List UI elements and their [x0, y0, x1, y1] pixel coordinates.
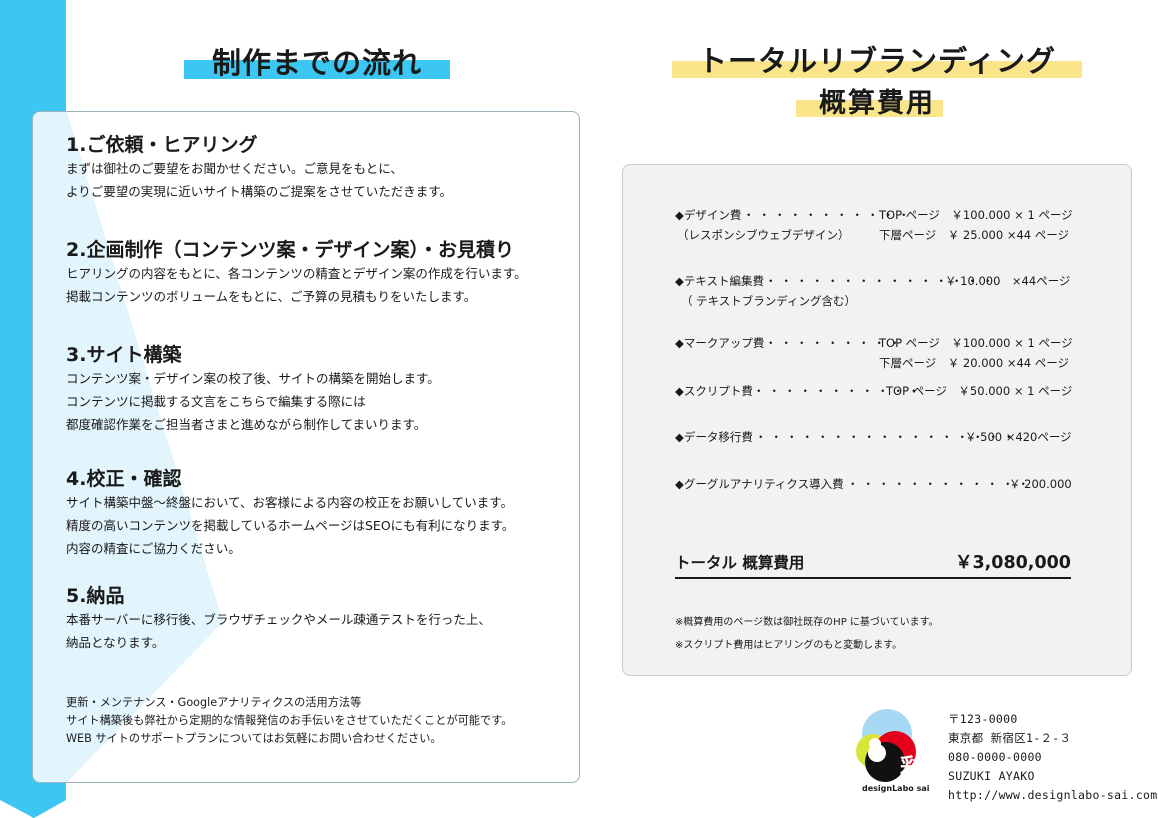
logo-text: designLabo sai: [862, 784, 930, 793]
note-line: 更新・メンテナンス・Googleアナリティクスの活用方法等: [66, 696, 362, 709]
total-amount: ￥3,080,000: [954, 553, 1071, 573]
postal-code: 〒123-0000: [948, 712, 1018, 726]
step-line: 内容の精査にご協力ください。: [66, 541, 241, 556]
address: 東京都 新宿区1-２-３: [948, 731, 1072, 745]
step-line: 掲載コンテンツのボリュームをもとに、ご予算の見積もりをいたします。: [66, 289, 477, 304]
step-heading: 4.校正・確認: [66, 468, 182, 490]
step-line: 本番サーバーに移行後、ブラウザチェックやメール疎通テストを行った上、: [66, 612, 491, 627]
step-line: コンテンツ案・デザイン案の校了後、サイトの構築を開始します。: [66, 371, 440, 386]
phone: 080-0000-0000: [948, 750, 1042, 764]
cost-item-analytics: ◆グーグルアナリティクス導入費 ・・・・・・・・・・・・ ￥ 200.000: [675, 474, 1075, 494]
step-line: ヒアリングの内容をもとに、各コンテンツの精査とデザイン案の作成を行います。: [66, 266, 527, 281]
website-link[interactable]: http://www.designlabo-sai.com: [948, 786, 1157, 805]
cost-item-price: TOP ページ ￥100.000 × 1 ページ: [879, 336, 1073, 350]
flow-title: 制作までの流れ: [184, 40, 450, 80]
cost-item-text: ◆テキスト編集費 ・・・・・・・・・・・・・・・ （ テキストブランディング含む…: [675, 271, 1075, 311]
step-1: 1.ご依頼・ヒアリング まずは御社のご要望をお聞かせください。ご意見をもとに、 …: [66, 133, 452, 203]
cost-item-price: 下層ページ ￥ 20.000 ×44 ページ: [879, 356, 1070, 370]
step-line: 納品となります。: [66, 635, 165, 650]
cost-item-price: TOP ページ ￥100.000 × 1 ページ: [879, 208, 1073, 222]
step-line: 精度の高いコンテンツを掲載しているホームページはSEOにも有利になります。: [66, 518, 515, 533]
cost-item-name: ◆グーグルアナリティクス導入費: [675, 477, 844, 491]
step-line: サイト構築中盤～終盤において、お客様による内容の校正をお願いしています。: [66, 495, 514, 510]
contact-block: 〒123-0000 東京都 新宿区1-２-３ 080-0000-0000 SUZ…: [948, 710, 1157, 805]
cost-item-price: 下層ページ ￥ 25.000 ×44 ページ: [879, 228, 1070, 242]
step-3: 3.サイト構築 コンテンツ案・デザイン案の校了後、サイトの構築を開始します。 コ…: [66, 343, 440, 436]
cost-item-price: TOP ページ ￥50.000 × 1 ページ: [886, 384, 1073, 398]
flow-panel: 1.ご依頼・ヒアリング まずは御社のご要望をお聞かせください。ご意見をもとに、 …: [32, 111, 580, 783]
cost-title: トータルリブランディング 概算費用: [672, 38, 1082, 122]
logo-kanji: 彩: [899, 754, 922, 780]
step-heading: 1.ご依頼・ヒアリング: [66, 134, 258, 156]
cost-item-migration: ◆データ移行費 ・・・・・・・・・・・・・・・・・ ￥ 500 ×420ページ: [675, 427, 1075, 447]
step-line: コンテンツに掲載する文言をこちらで編集する際には: [66, 394, 366, 409]
step-line: 都度確認作業をご担当者さまと進めながら制作してまいります。: [66, 417, 427, 432]
step-line: まずは御社のご要望をお聞かせください。ご意見をもとに、: [66, 161, 403, 176]
cost-item-sub: （レスポンシブウェブデザイン）: [677, 228, 850, 242]
footnote: ※スクリプト費用はヒアリングのもと変動します。: [675, 640, 903, 651]
cost-item-price: ￥ 500 ×420ページ: [965, 430, 1072, 444]
note-line: WEB サイトのサポートプランについてはお気軽にお問い合わせください。: [66, 732, 442, 745]
cost-item-design: ◆デザイン費 ・・・・・・・・・・・ （レスポンシブウェブデザイン） TOP ペ…: [675, 205, 1075, 245]
footnote: ※概算費用のページ数は御社既存のHP に基づいています。: [675, 617, 939, 628]
step-line: よりご要望の実現に近いサイト構築のご提案をさせていただきます。: [66, 184, 453, 199]
cost-item-name: ◆テキスト編集費: [675, 274, 764, 288]
step-2: 2.企画制作（コンテンツ案・デザイン案）・お見積り ヒアリングの内容をもとに、各…: [66, 238, 527, 308]
step-heading: 3.サイト構築: [66, 344, 182, 366]
cost-item-name: ◆データ移行費: [675, 430, 753, 444]
note-line: サイト構築後も弊社から定期的な情報発信のお手伝いをさせていただくことが可能です。: [66, 714, 513, 727]
cost-item-sub: （ テキストブランディング含む）: [681, 294, 857, 308]
step-5: 5.納品 本番サーバーに移行後、ブラウザチェックやメール疎通テストを行った上、 …: [66, 584, 491, 654]
cost-item-markup: ◆マークアップ費 ・・・・・・・・・ TOP ページ ￥100.000 × 1 …: [675, 333, 1075, 373]
light-blue-triangle-decoration: [33, 112, 223, 782]
cost-item-name: ◆マークアップ費: [675, 336, 765, 350]
leader-dots: ・・・・・・・・・・・・: [847, 477, 1033, 491]
contact-name: SUZUKI AYAKO: [948, 769, 1035, 783]
step-heading: 2.企画制作（コンテンツ案・デザイン案）・お見積り: [66, 239, 514, 261]
cost-item-script: ◆スクリプト費 ・・・・・・・・・・・ TOP ページ ￥50.000 × 1 …: [675, 381, 1075, 401]
cost-item-price: ￥ 200.000: [1009, 477, 1072, 491]
cost-title-line2: 概算費用: [819, 88, 935, 119]
total-row: トータル 概算費用 ￥3,080,000: [675, 551, 1071, 579]
total-label: トータル 概算費用: [675, 554, 805, 572]
step-heading: 5.納品: [66, 585, 125, 607]
cost-panel: ◆デザイン費 ・・・・・・・・・・・ （レスポンシブウェブデザイン） TOP ペ…: [622, 164, 1132, 676]
flow-title-text: 制作までの流れ: [211, 46, 422, 80]
cost-item-name: ◆スクリプト費: [675, 384, 753, 398]
step-4: 4.校正・確認 サイト構築中盤～終盤において、お客様による内容の校正をお願いして…: [66, 467, 514, 560]
support-note: 更新・メンテナンス・Googleアナリティクスの活用方法等 サイト構築後も弊社か…: [66, 694, 512, 748]
cost-item-name: ◆デザイン費: [675, 208, 742, 222]
cost-item-price: ￥ 10.000 ×44ページ: [945, 274, 1071, 288]
cost-title-line1: トータルリブランディング: [698, 44, 1056, 78]
